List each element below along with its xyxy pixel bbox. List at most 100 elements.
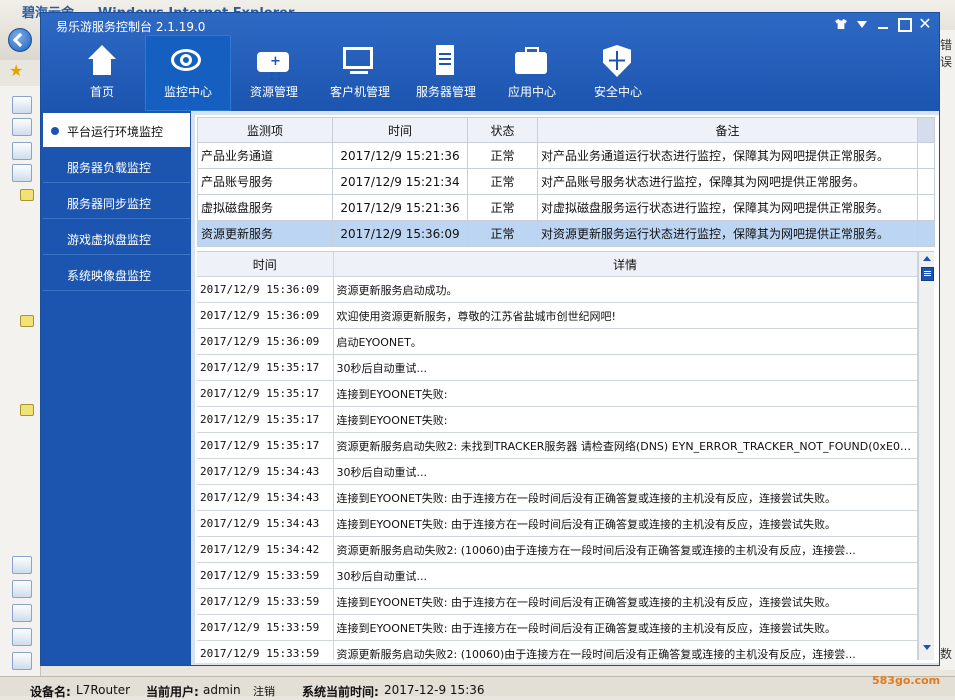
document-tool-icon[interactable] [12, 604, 32, 622]
server-icon [428, 45, 464, 81]
log-row[interactable]: 2017/12/9 15:34:43 连接到EYOONET失败: 由于连接方在一段… [197, 510, 918, 537]
nav-label: 应用中心 [507, 85, 556, 99]
monitor-item: 产品业务通道 [197, 142, 333, 169]
monitor-note: 对虚拟磁盘服务运行状态进行监控，保障其为网吧提供正常服务。 [537, 194, 918, 221]
close-button[interactable]: ✕ [917, 16, 933, 32]
scroll-up-icon[interactable] [923, 256, 931, 261]
log-detail: 连接到EYOONET失败: [333, 406, 918, 433]
log-detail: 30秒后自动重试... [333, 562, 918, 589]
scroll-down-icon[interactable] [923, 645, 931, 650]
monitor-note: 对产品业务通道运行状态进行监控，保障其为网吧提供正常服务。 [537, 142, 918, 169]
background-left-toolbar [0, 86, 41, 676]
side-menu: 平台运行环境监控 服务器负载监控 服务器同步监控 游戏虚拟盘监控 系统映像盘监控 [41, 111, 191, 665]
side-item-label: 平台运行环境监控 [67, 125, 164, 139]
scroll-thumb[interactable] [921, 267, 934, 281]
log-detail: 启动EYOONET。 [333, 328, 918, 355]
row-filler [917, 194, 935, 221]
toolbox-icon [514, 45, 550, 81]
minimize-button[interactable] [875, 16, 891, 32]
skin-icon[interactable] [833, 16, 849, 32]
back-arrow-icon[interactable] [8, 28, 32, 52]
table-row[interactable]: 产品账号服务 2017/12/9 15:21:34 正常 对产品账号服务状态进行… [197, 168, 935, 195]
log-detail: 资源更新服务启动成功。 [333, 276, 918, 303]
nav-app-center[interactable]: 应用中心 [489, 35, 575, 111]
monitor-icon [342, 45, 378, 81]
side-item-system-image-disk[interactable]: 系统映像盘监控 [43, 257, 190, 291]
nav-monitor-center[interactable]: 监控中心 [145, 35, 231, 111]
log-time: 2017/12/9 15:33:59 [197, 588, 334, 615]
gamepad-icon [256, 45, 292, 84]
log-row[interactable]: 2017/12/9 15:34:43 30秒后自动重试... [197, 458, 918, 485]
side-item-platform-environment[interactable]: 平台运行环境监控 [43, 113, 190, 147]
stack-tool-icon[interactable] [12, 164, 32, 182]
content-area: 监测项 时间 状态 备注 产品业务通道 2017/12/9 15:21:36 正… [195, 115, 939, 663]
log-detail: 连接到EYOONET失败: 由于连接方在一段时间后没有正确答复或连接的主机没有反… [333, 510, 918, 537]
monitor-status: 正常 [467, 220, 538, 247]
nav-server-management[interactable]: 服务器管理 [403, 35, 489, 111]
printer-tool-icon[interactable] [12, 118, 32, 136]
log-detail: 连接到EYOONET失败: 由于连接方在一段时间后没有正确答复或连接的主机没有反… [333, 484, 918, 511]
side-item-label: 游戏虚拟盘监控 [67, 233, 152, 247]
nav-home[interactable]: 首页 [59, 35, 145, 111]
monitor-time: 2017/12/9 15:36:09 [332, 220, 468, 247]
nav-label: 首页 [89, 85, 114, 99]
log-row[interactable]: 2017/12/9 15:34:43 连接到EYOONET失败: 由于连接方在一段… [197, 484, 918, 511]
log-row[interactable]: 2017/12/9 15:34:42 资源更新服务启动失败2: (10060)由于… [197, 536, 918, 563]
device-label: 设备名: [30, 685, 71, 699]
log-detail: 连接到EYOONET失败: 由于连接方在一段时间后没有正确答复或连接的主机没有反… [333, 588, 918, 615]
table-row[interactable]: 产品业务通道 2017/12/9 15:21:36 正常 对产品业务通道运行状态… [197, 142, 935, 169]
log-row[interactable]: 2017/12/9 15:33:59 30秒后自动重试... [197, 562, 918, 589]
chart-tool-icon[interactable] [12, 96, 32, 114]
gear-tool-icon[interactable] [12, 628, 32, 646]
side-item-server-sync[interactable]: 服务器同步监控 [43, 185, 190, 219]
log-row[interactable]: 2017/12/9 15:36:09 欢迎使用资源更新服务，尊敬的江苏省盐城市创世… [197, 302, 918, 329]
column-header[interactable]: 详情 [333, 252, 918, 277]
shield-icon [600, 45, 636, 81]
log-row[interactable]: 2017/12/9 15:33:59 连接到EYOONET失败: 由于连接方在一段… [197, 588, 918, 615]
log-row[interactable]: 2017/12/9 15:35:17 30秒后自动重试... [197, 354, 918, 381]
log-row[interactable]: 2017/12/9 15:33:59 资源更新服务启动失败2: (10060)由于… [197, 640, 918, 660]
log-row[interactable]: 2017/12/9 15:36:09 资源更新服务启动成功。 [197, 276, 918, 303]
log-time: 2017/12/9 15:34:43 [197, 510, 334, 537]
favorites-star-icon[interactable]: ★ [9, 61, 23, 80]
header-filler [917, 117, 935, 143]
gallery-tool-icon[interactable] [12, 142, 32, 160]
window-header: 易乐游服务控制台 2.1.19.0 ✕ 首页 监控中心 资源管理 [41, 13, 939, 111]
log-time: 2017/12/9 15:35:17 [197, 432, 334, 459]
nav-client-management[interactable]: 客户机管理 [317, 35, 403, 111]
table-row-selected[interactable]: 资源更新服务 2017/12/9 15:36:09 正常 对资源更新服务运行状态… [197, 220, 935, 247]
side-item-label: 服务器负载监控 [67, 161, 152, 175]
contact-tool-icon[interactable] [12, 580, 32, 598]
table-row[interactable]: 虚拟磁盘服务 2017/12/9 15:21:36 正常 对虚拟磁盘服务运行状态… [197, 194, 935, 221]
side-item-server-load[interactable]: 服务器负载监控 [43, 149, 190, 183]
log-time: 2017/12/9 15:36:09 [197, 328, 334, 355]
log-rows: 2017/12/9 15:36:09 资源更新服务启动成功。 2017/12/9 1… [197, 276, 918, 660]
log-detail: 30秒后自动重试... [333, 354, 918, 381]
log-detail: 连接到EYOONET失败: [333, 380, 918, 407]
nav-label: 监控中心 [163, 85, 212, 99]
log-row[interactable]: 2017/12/9 15:35:17 资源更新服务启动失败2: 未找到TRACKE… [197, 432, 918, 459]
column-header[interactable]: 监测项 [197, 117, 333, 143]
side-item-label: 服务器同步监控 [67, 197, 152, 211]
monitor-status: 正常 [467, 168, 538, 195]
log-row[interactable]: 2017/12/9 15:35:17 连接到EYOONET失败: [197, 380, 918, 407]
column-header[interactable]: 时间 [197, 252, 334, 277]
menu-dropdown-icon[interactable] [854, 16, 870, 32]
column-header[interactable]: 时间 [332, 117, 468, 143]
log-row[interactable]: 2017/12/9 15:33:59 连接到EYOONET失败: 由于连接方在一段… [197, 614, 918, 641]
maximize-button[interactable] [896, 16, 912, 32]
wrench-tool-icon[interactable] [12, 652, 32, 670]
nav-security-center[interactable]: 安全中心 [575, 35, 661, 111]
nav-resource-management[interactable]: 资源管理 [231, 35, 317, 111]
users-tool-icon[interactable] [12, 556, 32, 574]
column-header[interactable]: 备注 [537, 117, 918, 143]
log-row[interactable]: 2017/12/9 15:36:09 启动EYOONET。 [197, 328, 918, 355]
log-time: 2017/12/9 15:35:17 [197, 406, 334, 433]
side-item-game-virtual-disk[interactable]: 游戏虚拟盘监控 [43, 221, 190, 255]
log-row[interactable]: 2017/12/9 15:35:17 连接到EYOONET失败: [197, 406, 918, 433]
column-header[interactable]: 状态 [467, 117, 538, 143]
log-scrollbar[interactable] [918, 252, 934, 660]
log-detail: 连接到EYOONET失败: 由于连接方在一段时间后没有正确答复或连接的主机没有反… [333, 614, 918, 641]
logout-link[interactable]: 注销 [253, 683, 275, 699]
window-title: 易乐游服务控制台 2.1.19.0 [56, 20, 206, 34]
